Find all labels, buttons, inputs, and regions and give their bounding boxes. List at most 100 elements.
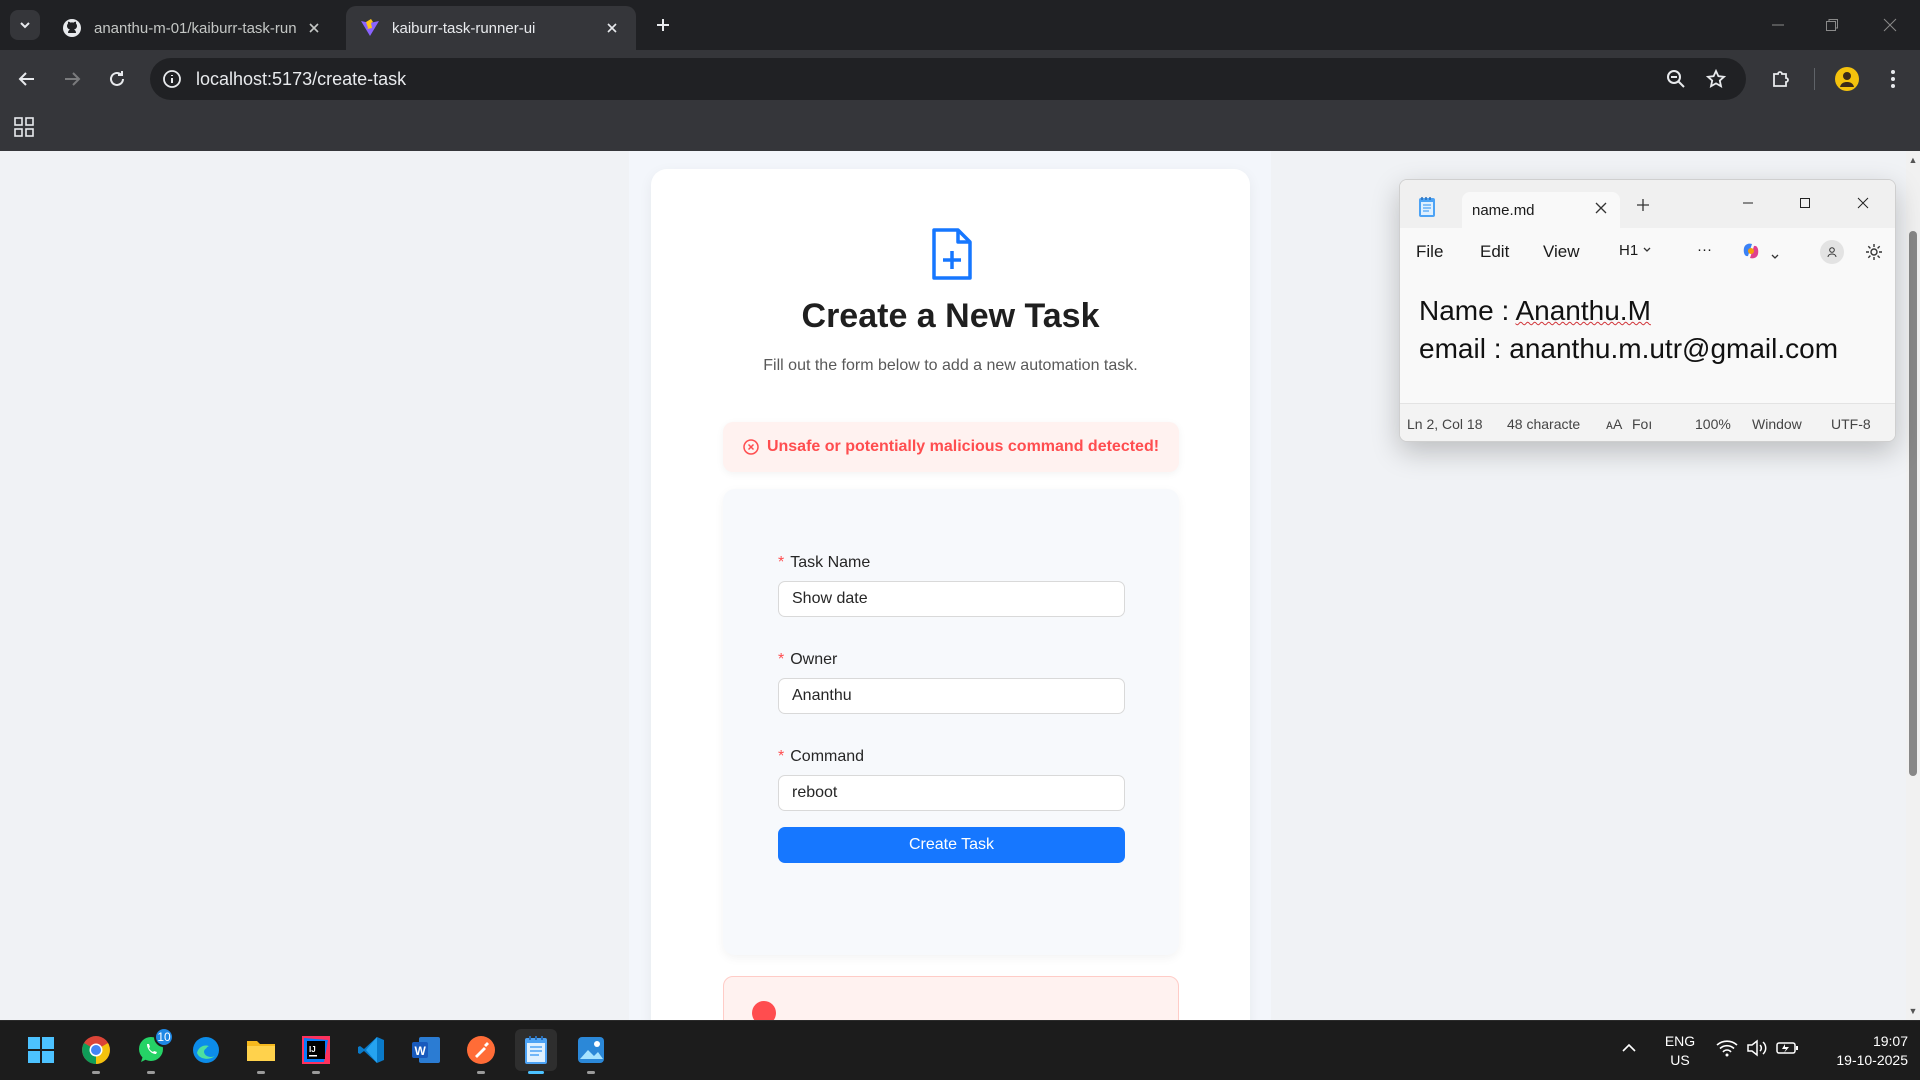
running-indicator xyxy=(587,1071,595,1074)
info-icon[interactable] xyxy=(162,69,182,89)
taskbar-chrome[interactable] xyxy=(75,1029,117,1074)
notepad-window: name.md File Edit View H1 ··· Name : Ana… xyxy=(1399,179,1896,442)
url-text[interactable]: localhost:5173/create-task xyxy=(196,69,406,90)
vite-icon xyxy=(361,19,379,36)
error-status-icon xyxy=(752,1001,776,1020)
owner-input[interactable] xyxy=(778,678,1125,714)
svg-text:IJ: IJ xyxy=(309,1045,316,1054)
notepad-tab[interactable]: name.md xyxy=(1462,192,1620,228)
notepad-tab-name: name.md xyxy=(1472,202,1535,219)
tray-overflow-button[interactable] xyxy=(1620,1039,1638,1062)
word-icon: W xyxy=(412,1037,440,1063)
error-alert: Unsafe or potentially malicious command … xyxy=(723,422,1179,472)
heading-level: H1 xyxy=(1619,242,1639,259)
clock-date: 19-10-2025 xyxy=(1836,1052,1908,1068)
account-button[interactable] xyxy=(1820,240,1844,264)
owner-label: * Owner xyxy=(778,651,837,669)
github-icon xyxy=(63,19,81,37)
svg-text:W: W xyxy=(415,1044,427,1058)
running-indicator xyxy=(257,1071,265,1074)
scrollbar-thumb[interactable] xyxy=(1909,231,1917,776)
taskbar-intellij[interactable]: IJ xyxy=(295,1029,337,1074)
running-indicator xyxy=(477,1071,485,1074)
scroll-up-icon[interactable]: ▲ xyxy=(1908,155,1918,165)
taskbar-postman[interactable] xyxy=(460,1029,502,1074)
task-name-input[interactable] xyxy=(778,581,1125,617)
taskbar-whatsapp[interactable]: 10 xyxy=(130,1027,174,1074)
kebab-menu-icon xyxy=(1891,70,1895,88)
taskbar-edge[interactable] xyxy=(185,1029,227,1071)
reload-button[interactable] xyxy=(100,62,134,96)
menu-edit[interactable]: Edit xyxy=(1480,242,1509,262)
running-indicator xyxy=(312,1071,320,1074)
required-mark: * xyxy=(778,748,785,765)
content-line1-prefix: Name : xyxy=(1419,295,1516,326)
person-icon xyxy=(1827,247,1837,258)
address-bar[interactable]: localhost:5173/create-task xyxy=(150,58,1746,100)
status-zoom[interactable]: 100% xyxy=(1695,416,1731,432)
notepad-editor[interactable]: Name : Ananthu.M email : ananthu.m.utr@g… xyxy=(1419,292,1838,368)
settings-button[interactable] xyxy=(1864,242,1884,267)
zoom-icon[interactable] xyxy=(1666,69,1686,89)
close-icon[interactable] xyxy=(602,18,622,38)
scroll-down-icon[interactable]: ▼ xyxy=(1908,1006,1918,1016)
notepad-status-bar: Ln 2, Col 18 48 characte ᴀA Foı 100% Win… xyxy=(1400,403,1895,441)
tab-search-button[interactable] xyxy=(10,10,40,40)
tab-task-runner-ui[interactable]: kaiburr-task-runner-ui xyxy=(346,6,636,50)
more-options-button[interactable]: ··· xyxy=(1697,241,1712,258)
create-task-button[interactable]: Create Task xyxy=(778,827,1125,863)
notepad-icon xyxy=(525,1036,547,1064)
copilot-button[interactable] xyxy=(1740,240,1780,267)
file-add-icon xyxy=(932,228,972,280)
edge-icon xyxy=(193,1037,219,1063)
page-title: Create a New Task xyxy=(801,297,1100,335)
restore-button[interactable] xyxy=(1812,10,1852,40)
close-icon[interactable] xyxy=(304,18,324,38)
intellij-icon: IJ xyxy=(302,1036,330,1064)
system-tray-status[interactable] xyxy=(1716,1039,1800,1057)
close-circle-icon xyxy=(743,439,759,455)
minimize-icon xyxy=(1772,24,1784,26)
heading-dropdown[interactable]: H1 xyxy=(1619,242,1652,259)
taskbar-file-explorer[interactable] xyxy=(240,1029,282,1074)
chevron-down-icon xyxy=(1771,254,1779,259)
taskbar-notepad[interactable] xyxy=(515,1029,557,1074)
notepad-close-button[interactable] xyxy=(1843,188,1883,218)
language-indicator[interactable]: ENG US xyxy=(1658,1032,1702,1070)
notepad-titlebar: name.md xyxy=(1400,180,1895,228)
plus-icon[interactable] xyxy=(1636,198,1650,212)
profile-avatar[interactable] xyxy=(1830,62,1864,96)
chevron-down-icon xyxy=(20,22,30,29)
taskbar-photos[interactable] xyxy=(570,1029,612,1074)
status-font[interactable]: Foı xyxy=(1632,416,1652,432)
start-button[interactable] xyxy=(20,1029,62,1071)
browser-menu-button[interactable] xyxy=(1876,62,1910,96)
new-tab-button[interactable] xyxy=(650,12,676,38)
command-input[interactable] xyxy=(778,775,1125,811)
close-icon[interactable] xyxy=(1594,201,1608,215)
task-name-label: * Task Name xyxy=(778,554,870,572)
close-window-button[interactable] xyxy=(1870,10,1910,40)
extensions-button[interactable] xyxy=(1764,62,1798,96)
notepad-minimize-button[interactable] xyxy=(1728,188,1768,218)
notepad-maximize-button[interactable] xyxy=(1785,188,1825,218)
arrow-right-icon xyxy=(65,72,81,86)
back-button[interactable] xyxy=(10,62,44,96)
menu-file[interactable]: File xyxy=(1416,242,1443,262)
gear-icon xyxy=(1866,244,1882,260)
taskbar-word[interactable]: W xyxy=(405,1029,447,1071)
close-icon xyxy=(1883,18,1897,32)
minimize-button[interactable] xyxy=(1758,10,1798,40)
menu-view[interactable]: View xyxy=(1543,242,1580,262)
clock[interactable]: 19:07 19-10-2025 xyxy=(1812,1032,1908,1070)
page-scrollbar[interactable]: ▲ ▼ xyxy=(1906,151,1920,1020)
tab-github-repo[interactable]: ananthu-m-01/kaiburr-task-runner-ui xyxy=(48,6,338,50)
content-line2: email : ananthu.m.utr@gmail.com xyxy=(1419,333,1839,364)
forward-button[interactable] xyxy=(55,62,89,96)
taskbar-vscode[interactable] xyxy=(350,1029,392,1071)
wifi-icon xyxy=(1716,1040,1738,1057)
task-form: * Task Name * Owner * Command Create Task xyxy=(723,489,1179,955)
tab-title: ananthu-m-01/kaiburr-task-runner-ui xyxy=(94,19,296,37)
star-icon[interactable] xyxy=(1706,69,1726,89)
apps-grid-icon[interactable] xyxy=(14,117,34,137)
